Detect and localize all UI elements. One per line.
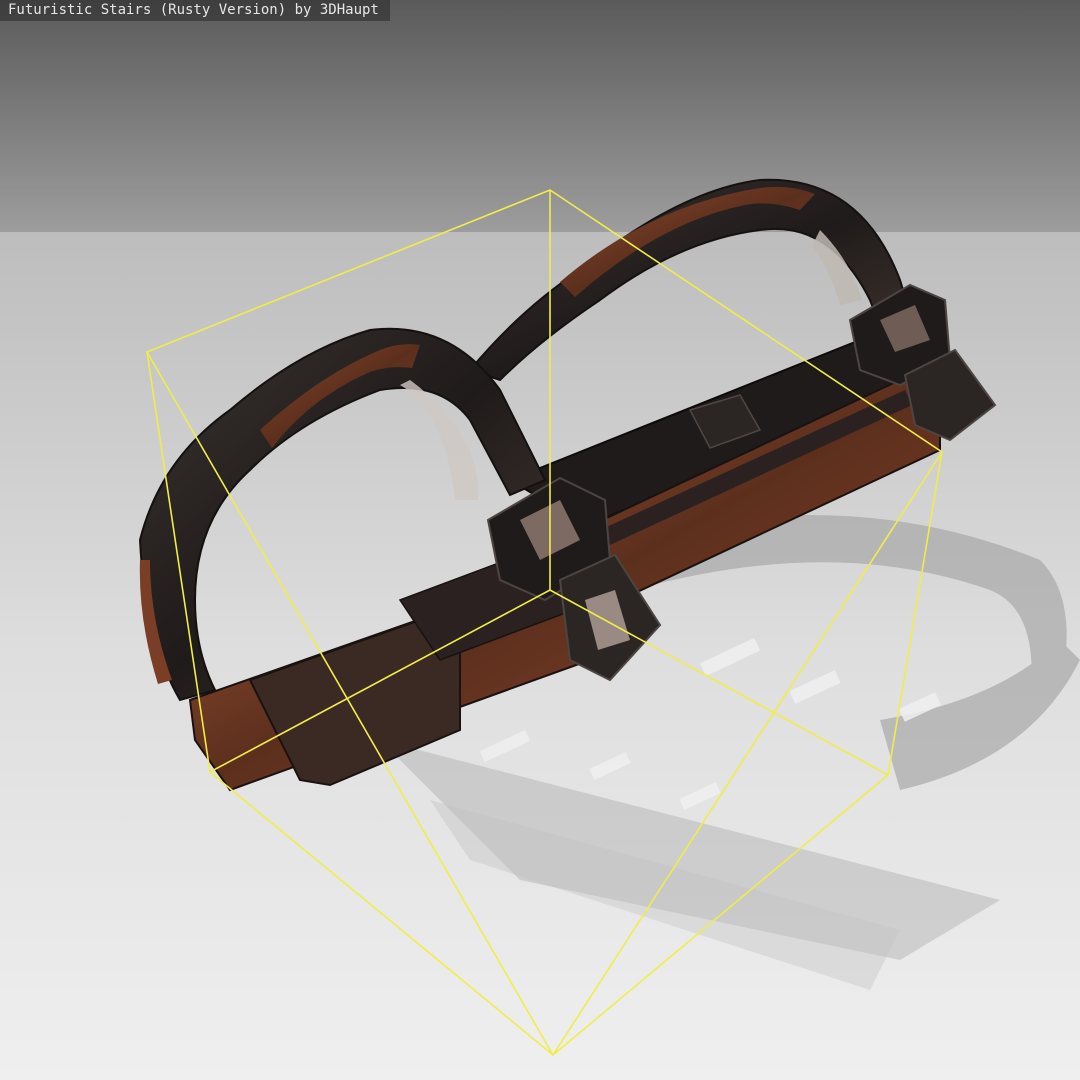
backdrop-sky [0, 0, 1080, 235]
3d-viewport[interactable]: Futuristic Stairs (Rusty Version) by 3DH… [0, 0, 1080, 1080]
3d-scene-canvas[interactable] [0, 0, 1080, 1080]
model-title: Futuristic Stairs (Rusty Version) by 3DH… [0, 0, 390, 21]
